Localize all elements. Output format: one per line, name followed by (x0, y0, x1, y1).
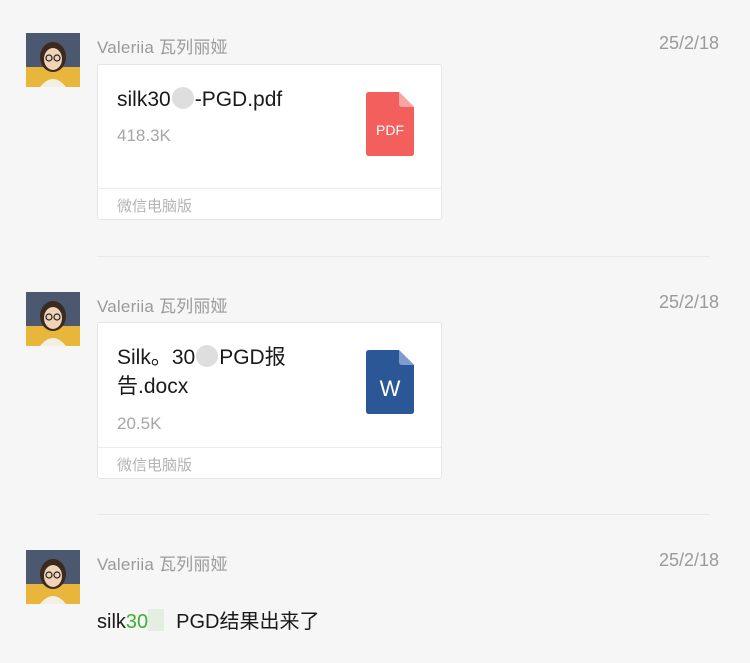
sender-name[interactable]: Valeriia 瓦列丽娅 (97, 550, 228, 575)
message-text-part: silk (97, 611, 126, 633)
file-size: 20.5K (117, 414, 162, 433)
message-time: 25/2/18 (658, 550, 719, 570)
message-separator (97, 514, 710, 515)
redaction-blur (171, 87, 194, 109)
file-name-part: Silk。30 (117, 346, 196, 369)
redaction-blur (148, 609, 165, 631)
pdf-icon-label: PDF (376, 122, 404, 138)
redaction-blur (196, 345, 219, 367)
file-name-part: -PGD.pdf (194, 88, 283, 111)
card-divider (98, 447, 441, 448)
word-icon-label: W (380, 376, 401, 401)
word-icon: W (366, 350, 414, 414)
avatar[interactable] (26, 33, 80, 87)
avatar[interactable] (26, 550, 80, 604)
message-text-highlight: 30 (125, 611, 149, 633)
sender-name[interactable]: Valeriia 瓦列丽娅 (97, 292, 228, 317)
file-card[interactable]: silk30 -PGD.pdf 418.3K 微信电脑版 PDF (97, 64, 442, 220)
file-card[interactable]: Silk。30 PGD报告.docx 20.5K 微信电脑版 W (97, 322, 442, 479)
message-separator (97, 256, 710, 257)
file-source: 微信电脑版 (117, 457, 193, 474)
file-name-part: silk30 (117, 88, 171, 111)
message-text-part: PGD结果出来了 (176, 611, 320, 633)
file-name: Silk。30 PGD报告.docx (117, 343, 327, 401)
message-time: 25/2/18 (658, 33, 719, 53)
file-source: 微信电脑版 (117, 198, 193, 215)
message-text[interactable]: silk30 PGD结果出来了 (97, 605, 319, 634)
pdf-icon: PDF (366, 92, 414, 156)
message-time: 25/2/18 (658, 292, 719, 312)
avatar[interactable] (26, 292, 80, 346)
sender-name[interactable]: Valeriia 瓦列丽娅 (97, 33, 228, 58)
file-size: 418.3K (117, 126, 171, 145)
file-name: silk30 -PGD.pdf (117, 85, 327, 114)
card-divider (98, 188, 441, 189)
